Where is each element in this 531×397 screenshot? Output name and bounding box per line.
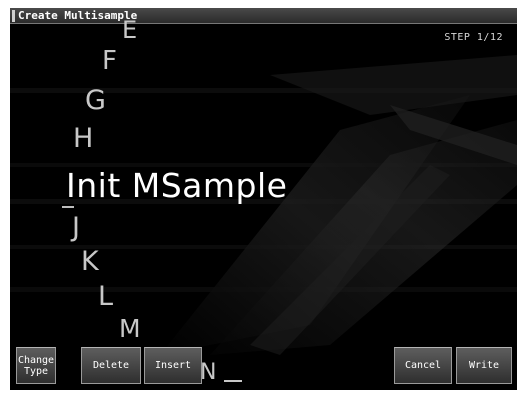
wheel-item-k[interactable]: K [81, 248, 99, 275]
wheel-item-h[interactable]: H [73, 125, 93, 152]
wheel-item-n[interactable]: N [200, 362, 216, 384]
wheel-dash [224, 380, 242, 382]
window-title: Create Multisample [10, 8, 517, 24]
background-graphic [10, 25, 517, 390]
wheel-item-e[interactable]: E [122, 18, 137, 42]
wheel-item-g[interactable]: G [85, 87, 106, 114]
insert-button[interactable]: Insert [144, 347, 202, 384]
step-indicator: STEP 1/12 [444, 32, 503, 43]
current-multisample-name[interactable]: Init MSample [66, 169, 287, 202]
wheel-item-m[interactable]: M [119, 316, 141, 341]
change-type-button[interactable]: Change Type [16, 347, 56, 384]
wheel-item-l[interactable]: L [98, 283, 113, 310]
multisample-screen: Create Multisample STEP 1/12 E F G H Ini… [10, 8, 517, 390]
delete-button[interactable]: Delete [81, 347, 141, 384]
wheel-item-f[interactable]: F [102, 48, 117, 74]
wheel-item-j[interactable]: J [72, 214, 80, 241]
name-cursor [62, 206, 74, 208]
write-button[interactable]: Write [456, 347, 512, 384]
cancel-button[interactable]: Cancel [394, 347, 452, 384]
